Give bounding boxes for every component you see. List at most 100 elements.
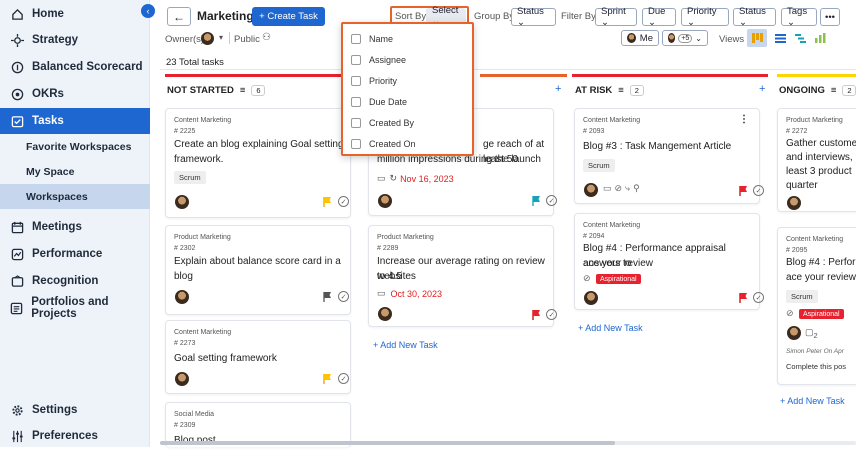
flag-icon[interactable] xyxy=(739,293,748,303)
chevron-down-icon[interactable]: ▾ xyxy=(219,33,223,42)
flag-icon[interactable] xyxy=(532,310,541,320)
assignee-avatar[interactable] xyxy=(378,194,392,208)
sidebar-item-label: Meetings xyxy=(32,221,82,233)
more-options-button[interactable]: ••• xyxy=(820,8,840,26)
task-card[interactable]: Product Marketing # 2302 Explain about b… xyxy=(165,225,351,315)
sidebar-subitem-favorite-workspaces[interactable]: Favorite Workspaces xyxy=(0,134,150,159)
gantt-view-button[interactable] xyxy=(792,30,808,46)
checkbox[interactable] xyxy=(351,76,361,86)
horizontal-scrollbar[interactable] xyxy=(160,441,856,445)
sidebar-collapse-button[interactable]: ‹ xyxy=(141,4,155,18)
task-card[interactable]: Content Marketing # 2094 Blog #4 : Perfo… xyxy=(574,213,764,310)
tag-icon: ⊘ xyxy=(786,308,794,318)
sidebar-item-portfolios[interactable]: Portfolios and Projects xyxy=(0,295,150,321)
complete-check-icon[interactable]: ✓ xyxy=(546,309,557,320)
complete-check-icon[interactable]: ✓ xyxy=(338,196,349,207)
assignee-avatar[interactable] xyxy=(378,307,392,321)
complete-check-icon[interactable]: ✓ xyxy=(338,291,349,302)
sort-option-label: Created On xyxy=(369,139,416,149)
add-new-task-link[interactable]: + Add New Task xyxy=(373,340,438,350)
sort-option-assignee[interactable]: Assignee xyxy=(351,52,406,68)
tag-icon: ⊘ xyxy=(583,273,591,283)
assignee-avatar[interactable] xyxy=(787,196,801,210)
column-count: 6 xyxy=(251,84,266,96)
menu-icon[interactable]: ≡ xyxy=(831,85,837,96)
sort-option-created-by[interactable]: Created By xyxy=(351,115,414,131)
task-card[interactable]: Content Marketing ⋮ # 2093 Blog #3 : Tas… xyxy=(574,108,764,204)
add-task-icon[interactable]: + xyxy=(555,83,561,95)
checkbox[interactable] xyxy=(351,118,361,128)
kebab-menu-icon[interactable]: ⋮ xyxy=(739,114,749,125)
sidebar-item-home[interactable]: Home xyxy=(0,1,150,27)
sidebar-item-recognition[interactable]: Recognition xyxy=(0,268,150,294)
checkbox[interactable] xyxy=(351,55,361,65)
sidebar-item-tasks[interactable]: Tasks xyxy=(0,108,150,134)
chart-view-button[interactable] xyxy=(812,30,828,46)
sort-option-name[interactable]: Name xyxy=(351,31,393,47)
flag-icon[interactable] xyxy=(739,186,748,196)
complete-check-icon[interactable]: ✓ xyxy=(753,292,764,303)
create-task-button[interactable]: + Create Task xyxy=(252,7,325,26)
sidebar-item-strategy[interactable]: Strategy xyxy=(0,27,150,53)
task-tag: Scrum xyxy=(583,159,615,172)
filter-sprint[interactable]: Sprint ⌄ xyxy=(595,6,637,28)
sidebar-subitem-my-space[interactable]: My Space xyxy=(0,159,150,184)
flag-icon[interactable] xyxy=(532,196,541,206)
complete-check-icon[interactable]: ✓ xyxy=(546,195,557,206)
flag-icon[interactable] xyxy=(323,374,332,384)
menu-icon[interactable]: ≡ xyxy=(618,85,624,96)
due-date: ▭ Oct 30, 2023 xyxy=(377,288,442,299)
complete-check-icon[interactable]: ✓ xyxy=(338,373,349,384)
sidebar-item-settings[interactable]: Settings xyxy=(0,397,150,423)
task-card[interactable]: Product Marketing # 2272 Gather custome … xyxy=(777,108,856,212)
task-card[interactable]: Content Marketing # 2273 Goal setting fr… xyxy=(165,320,351,394)
assignee-avatar[interactable] xyxy=(175,372,189,386)
task-card[interactable]: Content Marketing # 2225 Create an blog … xyxy=(165,108,351,218)
me-filter-button[interactable]: Me xyxy=(621,30,659,46)
checkbox[interactable] xyxy=(351,34,361,44)
checkbox[interactable] xyxy=(351,139,361,149)
scrollbar-thumb[interactable] xyxy=(160,441,615,445)
sort-option-due-date[interactable]: Due Date xyxy=(351,94,407,110)
sidebar-item-performance[interactable]: Performance xyxy=(0,241,150,267)
sidebar-item-balanced-scorecard[interactable]: Balanced Scorecard xyxy=(0,54,150,80)
sidebar-item-meetings[interactable]: Meetings xyxy=(0,214,150,240)
assignee-avatar[interactable] xyxy=(787,326,801,340)
portfolio-icon xyxy=(10,301,23,315)
menu-icon[interactable]: ≡ xyxy=(240,85,246,96)
checkbox[interactable] xyxy=(351,97,361,107)
assignee-avatar[interactable] xyxy=(584,183,598,197)
sidebar-subitem-workspaces[interactable]: Workspaces xyxy=(0,184,150,209)
assignee-avatar[interactable] xyxy=(175,195,189,209)
group-by-select[interactable]: Status ⌄ xyxy=(511,6,556,28)
task-card[interactable]: Content Marketing # 2095 Blog #4 : Perfo… xyxy=(777,227,856,385)
add-new-task-link[interactable]: + Add New Task xyxy=(780,396,845,406)
flag-icon[interactable] xyxy=(323,292,332,302)
assignee-avatar[interactable] xyxy=(584,291,598,305)
board-view-button[interactable] xyxy=(747,29,767,47)
flag-icon[interactable] xyxy=(323,197,332,207)
assignee-avatar[interactable] xyxy=(175,290,189,304)
complete-check-icon[interactable]: ✓ xyxy=(753,185,764,196)
list-view-button[interactable] xyxy=(772,30,788,46)
filter-due[interactable]: Due ⌄ xyxy=(642,6,676,28)
task-card[interactable]: Product Marketing # 2289 Increase our av… xyxy=(368,225,557,327)
back-button[interactable]: ← xyxy=(167,7,191,26)
sort-option-priority[interactable]: Priority xyxy=(351,73,397,89)
owner-avatar[interactable] xyxy=(201,32,214,45)
sort-option-created-on[interactable]: Created On xyxy=(351,136,416,152)
task-id: # 2093 xyxy=(583,128,605,135)
sidebar-item-okrs[interactable]: OKRs xyxy=(0,81,150,107)
comment-icon[interactable]: ▢2 xyxy=(805,327,818,340)
filter-tags[interactable]: Tags ⌄ xyxy=(781,6,817,28)
filter-status[interactable]: Status ⌄ xyxy=(733,6,776,28)
sort-option-label: Assignee xyxy=(369,55,407,65)
me-label: Me xyxy=(639,32,653,44)
team-icon[interactable]: ⚇ xyxy=(262,32,271,43)
task-id: # 2225 xyxy=(174,128,196,135)
add-new-task-link[interactable]: + Add New Task xyxy=(578,323,643,333)
sidebar-item-preferences[interactable]: Preferences xyxy=(0,423,150,449)
filter-priority[interactable]: Priority ⌄ xyxy=(681,6,729,28)
add-task-icon[interactable]: + xyxy=(759,83,765,95)
members-filter-button[interactable]: +5 ⌄ xyxy=(662,30,708,46)
